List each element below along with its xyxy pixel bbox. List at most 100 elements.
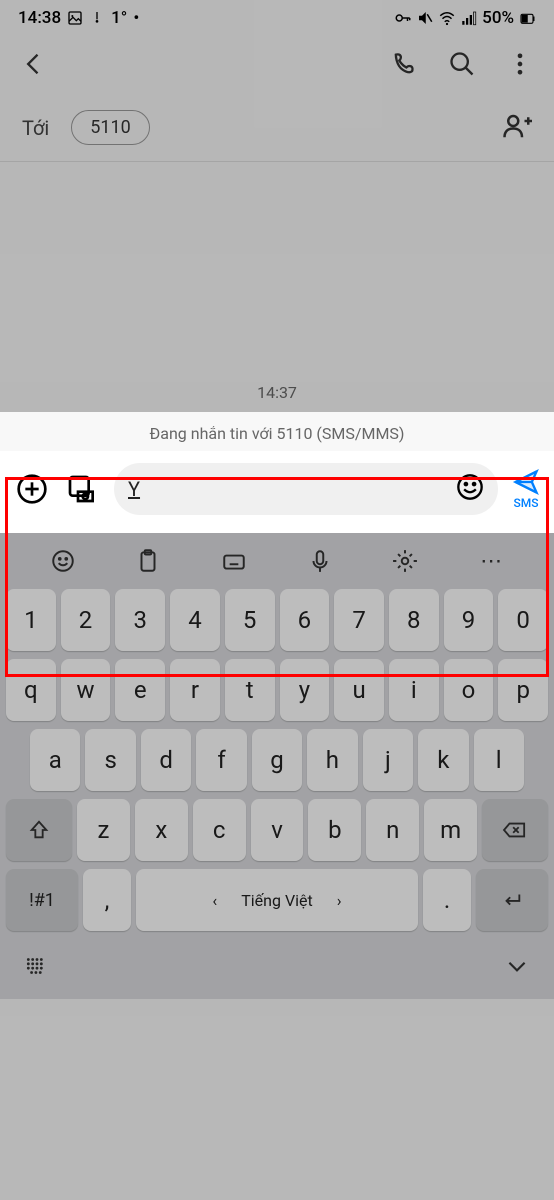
- key-4[interactable]: 4: [170, 589, 220, 651]
- conversation-timestamp: 14:37: [257, 383, 297, 402]
- vpn-key-icon: [394, 9, 412, 27]
- key-c[interactable]: c: [193, 799, 246, 861]
- send-icon: [512, 468, 540, 496]
- chevron-left-icon: ‹: [212, 891, 217, 910]
- kb-bottom-row: !#1 , ‹ Tiếng Việt › .: [0, 865, 554, 935]
- kb-more-button[interactable]: ⋯: [477, 547, 505, 575]
- key-n[interactable]: n: [366, 799, 419, 861]
- microphone-icon: [307, 548, 333, 574]
- key-q[interactable]: q: [6, 659, 56, 721]
- key-5[interactable]: 5: [225, 589, 275, 651]
- send-label: SMS: [513, 496, 538, 510]
- battery-percent: 50%: [482, 8, 514, 28]
- key-u[interactable]: u: [334, 659, 384, 721]
- add-attachment-button[interactable]: [14, 471, 50, 507]
- chevron-left-icon: [20, 50, 48, 78]
- recipient-chip[interactable]: 5110: [71, 110, 149, 145]
- search-button[interactable]: [448, 50, 476, 82]
- compose-status: Đang nhắn tin với 5110 (SMS/MMS): [0, 412, 554, 451]
- key-a[interactable]: a: [30, 729, 80, 791]
- smiley-icon: [456, 473, 484, 501]
- wifi-icon: [438, 9, 456, 27]
- key-f[interactable]: f: [196, 729, 246, 791]
- key-7[interactable]: 7: [334, 589, 384, 651]
- image-icon: [67, 10, 83, 26]
- key-3[interactable]: 3: [115, 589, 165, 651]
- key-i[interactable]: i: [389, 659, 439, 721]
- key-6[interactable]: 6: [280, 589, 330, 651]
- status-time: 14:38: [18, 8, 61, 28]
- person-add-icon: [502, 111, 532, 141]
- to-label: Tới: [22, 116, 49, 140]
- keyboard-toolbar: ⋯: [0, 541, 554, 585]
- key-l[interactable]: l: [474, 729, 524, 791]
- key-0[interactable]: 0: [498, 589, 548, 651]
- recipient-bar: Tới 5110: [0, 100, 554, 162]
- key-t[interactable]: t: [225, 659, 275, 721]
- call-button[interactable]: [390, 50, 418, 82]
- kb-number-row: 1234567890: [0, 585, 554, 655]
- key-w[interactable]: w: [61, 659, 111, 721]
- key-p[interactable]: p: [498, 659, 548, 721]
- add-contact-button[interactable]: [502, 111, 532, 145]
- backspace-icon: [502, 819, 528, 841]
- key-k[interactable]: k: [418, 729, 468, 791]
- key-e[interactable]: e: [115, 659, 165, 721]
- kb-clipboard-button[interactable]: [134, 547, 162, 575]
- keyboard-toggle-button[interactable]: [24, 953, 50, 983]
- key-x[interactable]: x: [135, 799, 188, 861]
- comma-key[interactable]: ,: [83, 869, 131, 931]
- messages-area[interactable]: 14:37: [0, 162, 554, 412]
- key-8[interactable]: 8: [389, 589, 439, 651]
- mute-icon: [416, 9, 434, 27]
- key-d[interactable]: d: [141, 729, 191, 791]
- keyboard-collapse-button[interactable]: [504, 953, 530, 983]
- status-left: 14:38 1° •: [18, 8, 139, 28]
- message-input-text: Y: [128, 477, 456, 501]
- kb-text-button[interactable]: [220, 547, 248, 575]
- gallery-button[interactable]: [64, 471, 100, 507]
- shift-key[interactable]: [6, 799, 72, 861]
- key-v[interactable]: v: [251, 799, 304, 861]
- phone-icon: [390, 50, 418, 78]
- enter-key[interactable]: [476, 869, 548, 931]
- kb-emoji-button[interactable]: [49, 547, 77, 575]
- symbols-key[interactable]: !#1: [6, 869, 78, 931]
- kb-voice-button[interactable]: [306, 547, 334, 575]
- key-1[interactable]: 1: [6, 589, 56, 651]
- space-language-label: Tiếng Việt: [241, 891, 313, 910]
- compose-bar: Y SMS: [0, 451, 554, 533]
- status-bar: 14:38 1° • 50%: [0, 0, 554, 32]
- key-h[interactable]: h: [307, 729, 357, 791]
- key-2[interactable]: 2: [61, 589, 111, 651]
- key-9[interactable]: 9: [444, 589, 494, 651]
- send-button[interactable]: SMS: [512, 468, 540, 510]
- key-s[interactable]: s: [85, 729, 135, 791]
- key-g[interactable]: g: [252, 729, 302, 791]
- dots-grid-icon: [24, 953, 50, 979]
- dots-vertical-icon: [506, 50, 534, 78]
- status-right: 50%: [394, 8, 536, 28]
- key-y[interactable]: y: [280, 659, 330, 721]
- key-b[interactable]: b: [308, 799, 361, 861]
- key-j[interactable]: j: [363, 729, 413, 791]
- signal-icon: [460, 9, 478, 27]
- emoji-button[interactable]: [456, 473, 484, 505]
- kb-row-asdf: asdfghjkl: [0, 725, 554, 795]
- back-button[interactable]: [20, 50, 48, 82]
- space-key[interactable]: ‹ Tiếng Việt ›: [136, 869, 418, 931]
- more-options-button[interactable]: [506, 50, 534, 82]
- status-temp: 1°: [111, 8, 127, 28]
- key-r[interactable]: r: [170, 659, 220, 721]
- keyboard: ⋯ 1234567890 qwertyuiop asdfghjkl zxcvbn…: [0, 533, 554, 999]
- battery-icon: [518, 9, 536, 27]
- backspace-key[interactable]: [482, 799, 548, 861]
- keyboard-mini-icon: [221, 548, 247, 574]
- key-m[interactable]: m: [424, 799, 477, 861]
- message-input[interactable]: Y: [114, 463, 498, 515]
- key-z[interactable]: z: [77, 799, 130, 861]
- key-o[interactable]: o: [444, 659, 494, 721]
- kb-settings-button[interactable]: [391, 547, 419, 575]
- enter-icon: [499, 889, 525, 911]
- period-key[interactable]: .: [423, 869, 471, 931]
